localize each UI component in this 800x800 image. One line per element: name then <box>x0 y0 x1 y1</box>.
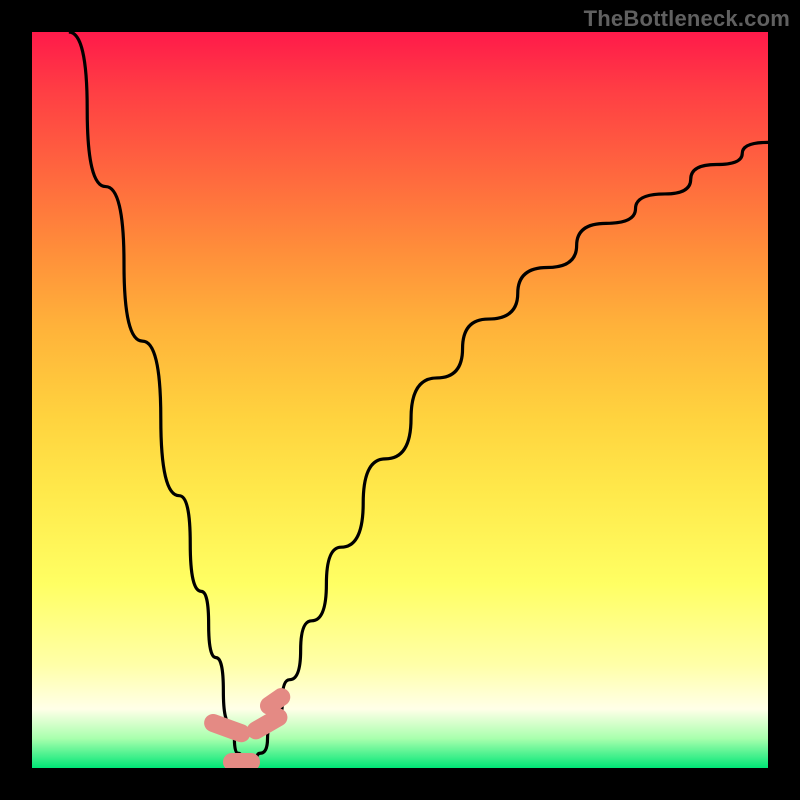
curve-path <box>69 32 768 768</box>
marker-bottom-lobe <box>223 753 260 768</box>
watermark-text: TheBottleneck.com <box>584 6 790 32</box>
bottleneck-curve <box>32 32 768 768</box>
chart-frame: TheBottleneck.com <box>0 0 800 800</box>
plot-area <box>32 32 768 768</box>
